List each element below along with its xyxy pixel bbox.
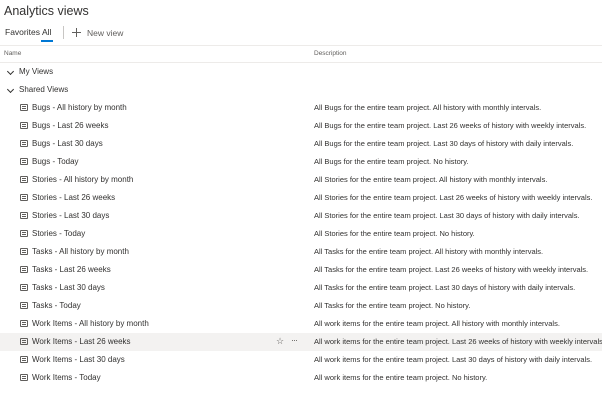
table-row-hovered[interactable]: Work Items - Last 26 weeks ☆ ··· All wor… bbox=[0, 333, 602, 351]
row-description: All work items for the entire team proje… bbox=[314, 337, 602, 346]
table-row[interactable]: Bugs - Last 26 weeks All Bugs for the en… bbox=[0, 117, 602, 135]
analytics-view-icon bbox=[20, 320, 28, 327]
row-description: All Stories for the entire team project.… bbox=[314, 175, 548, 184]
row-description: All Tasks for the entire team project. A… bbox=[314, 247, 544, 256]
row-name[interactable]: Tasks - Last 30 days bbox=[32, 283, 105, 292]
table-row[interactable]: Tasks - All history by month All Tasks f… bbox=[0, 243, 602, 261]
column-header-name[interactable]: Name bbox=[4, 50, 21, 57]
row-name[interactable]: Bugs - All history by month bbox=[32, 103, 127, 112]
chevron-down-icon[interactable] bbox=[6, 85, 15, 94]
row-description: All Tasks for the entire team project. N… bbox=[314, 301, 471, 310]
table-row[interactable]: Tasks - Last 26 weeks All Tasks for the … bbox=[0, 261, 602, 279]
row-description: All work items for the entire team proje… bbox=[314, 319, 560, 328]
row-name[interactable]: Work Items - All history by month bbox=[32, 319, 149, 328]
row-name[interactable]: Tasks - Last 26 weeks bbox=[32, 265, 111, 274]
table-row[interactable]: Work Items - Today All work items for th… bbox=[0, 369, 602, 387]
analytics-view-icon bbox=[20, 338, 28, 345]
row-description: All Stories for the entire team project.… bbox=[314, 229, 475, 238]
row-name[interactable]: Bugs - Last 26 weeks bbox=[32, 121, 108, 130]
group-shared-views[interactable]: Shared Views bbox=[0, 81, 602, 99]
analytics-view-icon bbox=[20, 140, 28, 147]
row-name[interactable]: Work Items - Last 26 weeks bbox=[32, 337, 131, 346]
analytics-view-icon bbox=[20, 374, 28, 381]
table-row[interactable]: Stories - Today All Stories for the enti… bbox=[0, 225, 602, 243]
more-options-icon[interactable]: ··· bbox=[291, 335, 298, 345]
row-description: All Bugs for the entire team project. La… bbox=[314, 121, 587, 130]
chevron-down-icon[interactable] bbox=[6, 67, 15, 76]
row-name[interactable]: Tasks - Today bbox=[32, 301, 81, 310]
row-name[interactable]: Bugs - Today bbox=[32, 157, 79, 166]
analytics-view-icon bbox=[20, 104, 28, 111]
table-row[interactable]: Bugs - Today All Bugs for the entire tea… bbox=[0, 153, 602, 171]
row-description: All Bugs for the entire team project. Al… bbox=[314, 103, 542, 112]
row-name[interactable]: Bugs - Last 30 days bbox=[32, 139, 103, 148]
analytics-view-icon bbox=[20, 158, 28, 165]
row-name[interactable]: Stories - Today bbox=[32, 229, 85, 238]
analytics-view-icon bbox=[20, 122, 28, 129]
analytics-view-icon bbox=[20, 302, 28, 309]
column-header-description[interactable]: Description bbox=[314, 50, 347, 57]
table-row[interactable]: Work Items - Last 30 days All work items… bbox=[0, 351, 602, 369]
analytics-view-icon bbox=[20, 248, 28, 255]
analytics-view-icon bbox=[20, 230, 28, 237]
new-view-label: New view bbox=[87, 27, 124, 38]
group-label-shared-views: Shared Views bbox=[19, 85, 69, 94]
new-view-button[interactable]: New view bbox=[72, 26, 123, 39]
row-description: All Tasks for the entire team project. L… bbox=[314, 283, 576, 292]
analytics-view-icon bbox=[20, 176, 28, 183]
row-description: All Bugs for the entire team project. No… bbox=[314, 157, 469, 166]
group-label-my-views: My Views bbox=[19, 67, 54, 76]
table-row[interactable]: Stories - Last 30 days All Stories for t… bbox=[0, 207, 602, 225]
analytics-view-icon bbox=[20, 194, 28, 201]
active-tab-indicator bbox=[41, 40, 53, 42]
table-row[interactable]: Tasks - Last 30 days All Tasks for the e… bbox=[0, 279, 602, 297]
tab-favorites[interactable]: Favorites bbox=[5, 27, 40, 37]
row-description: All work items for the entire team proje… bbox=[314, 355, 593, 364]
row-description: All work items for the entire team proje… bbox=[314, 373, 488, 382]
tab-all[interactable]: All bbox=[42, 27, 51, 37]
row-description: All Tasks for the entire team project. L… bbox=[314, 265, 589, 274]
row-description: All Stories for the entire team project.… bbox=[314, 193, 593, 202]
table-row[interactable]: Work Items - All history by month All wo… bbox=[0, 315, 602, 333]
analytics-view-icon bbox=[20, 284, 28, 291]
analytics-view-icon bbox=[20, 266, 28, 273]
group-my-views[interactable]: My Views bbox=[0, 63, 602, 81]
tab-divider bbox=[63, 26, 64, 39]
table-header: Name Description bbox=[0, 45, 602, 63]
row-name[interactable]: Stories - Last 26 weeks bbox=[32, 193, 115, 202]
table-row[interactable]: Bugs - All history by month All Bugs for… bbox=[0, 99, 602, 117]
row-name[interactable]: Work Items - Today bbox=[32, 373, 101, 382]
table-row[interactable]: Stories - All history by month All Stori… bbox=[0, 171, 602, 189]
plus-icon bbox=[72, 28, 81, 37]
page-title: Analytics views bbox=[4, 4, 89, 18]
table-row[interactable]: Tasks - Today All Tasks for the entire t… bbox=[0, 297, 602, 315]
row-name[interactable]: Work Items - Last 30 days bbox=[32, 355, 125, 364]
row-name[interactable]: Tasks - All history by month bbox=[32, 247, 129, 256]
analytics-view-icon bbox=[20, 356, 28, 363]
row-name[interactable]: Stories - Last 30 days bbox=[32, 211, 109, 220]
view-tabs: Favorites All New view bbox=[0, 24, 602, 44]
table-row[interactable]: Stories - Last 26 weeks All Stories for … bbox=[0, 189, 602, 207]
analytics-view-icon bbox=[20, 212, 28, 219]
shared-views-list: Bugs - All history by month All Bugs for… bbox=[0, 99, 602, 387]
row-description: All Bugs for the entire team project. La… bbox=[314, 139, 574, 148]
row-description: All Stories for the entire team project.… bbox=[314, 211, 580, 220]
table-row[interactable]: Bugs - Last 30 days All Bugs for the ent… bbox=[0, 135, 602, 153]
row-name[interactable]: Stories - All history by month bbox=[32, 175, 133, 184]
star-icon[interactable]: ☆ bbox=[276, 336, 284, 347]
